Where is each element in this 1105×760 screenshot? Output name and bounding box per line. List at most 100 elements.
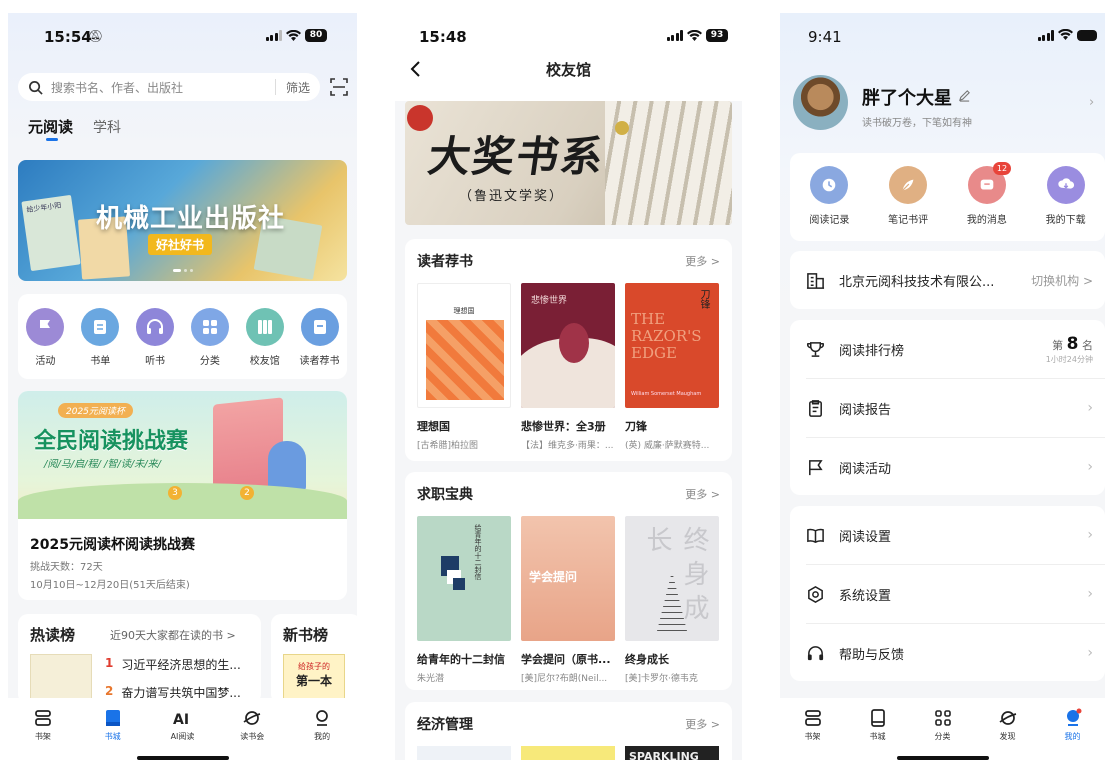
hot-rank: 1	[105, 656, 114, 670]
hot-list-more[interactable]: 近90天大家都在读的书 >	[110, 627, 236, 643]
map-marker: 2	[240, 486, 254, 500]
challenge-badge: 2025元阅读杯	[58, 403, 133, 418]
feature-icons-card: 活动 书单 听书 分类 校友馆 读者荐书	[18, 294, 347, 379]
carousel-dots	[173, 269, 193, 272]
switch-org-link[interactable]: 切换机构 >	[1031, 272, 1093, 289]
status-icons: 93	[666, 29, 728, 42]
book-title: 理想国	[417, 420, 450, 433]
organization-name: 北京元阅科技技术有限公...	[839, 274, 995, 290]
book-cover	[417, 746, 511, 760]
tab-bookstore[interactable]: 书城	[88, 708, 138, 760]
feature-headphones-button[interactable]: 听书	[131, 308, 179, 367]
feature-books-button[interactable]: 校友馆	[241, 308, 289, 367]
challenge-card[interactable]: 2025元阅读杯 全民阅读挑战赛 /阅/马/启/程/ /智/读/未/来/ 3 2…	[18, 391, 347, 600]
rank-suffix: 名	[1082, 338, 1093, 352]
avatar[interactable]	[793, 75, 848, 130]
menu-row-reading-settings[interactable]: 阅读设置 ›	[790, 506, 1105, 564]
book-item[interactable]: 学会提问 学会提问（原书... [美]尼尔?布朗(Neil...	[521, 516, 615, 684]
phone-alumni-hall: 15:48 93 校友馆 大奖书系 （鲁迅文学奖） 读者荐书 更多 > 理想国 理…	[395, 13, 742, 760]
gold-medal	[615, 121, 629, 135]
book-cover: 给青年的十二封信	[417, 516, 511, 641]
book-item[interactable]: 悲惨世界 悲惨世界：全3册 【法】维克多·雨果：...	[521, 283, 615, 451]
tab-ai-reading[interactable]: AI AI阅读	[157, 708, 207, 760]
feature-flag-button[interactable]: 活动	[21, 308, 69, 367]
building-icon	[806, 272, 825, 289]
search-input[interactable]: 搜索书名、作者、出版社	[51, 79, 183, 96]
phone-bookstore: 15:54 🔕︎ 80 搜索书名、作者、出版社 筛选 元阅读 学科 给少年小阳 …	[8, 13, 357, 760]
grid-icon	[190, 308, 229, 346]
menu-label: 系统设置	[839, 588, 892, 604]
flag-icon	[809, 459, 823, 475]
filter-button[interactable]: 筛选	[286, 79, 310, 96]
hot-list-card[interactable]: 热读榜 近90天大家都在读的书 > 1 习近平经济思想的生... 2 奋力谱写共筑中…	[18, 614, 261, 704]
profile-icon	[1066, 708, 1081, 726]
quick-clock-button[interactable]: 阅读记录	[797, 166, 861, 226]
hot-item[interactable]: 1 习近平经济思想的生...	[105, 656, 241, 673]
banner-carousel[interactable]: 给少年小阳 机械工业出版社 好社好书	[18, 160, 347, 281]
tab-book-club[interactable]: 读书会	[227, 708, 277, 760]
tab-bookshelf[interactable]: 书架	[788, 708, 838, 760]
feature-bookmark-button[interactable]: 读者荐书	[296, 308, 344, 367]
menu-row-ranking[interactable]: 阅读排行榜 第 8 名 1小时24分钟	[790, 320, 1105, 378]
feature-list-button[interactable]: 书单	[76, 308, 124, 367]
banner-book: 给少年小阳	[21, 194, 81, 272]
tab-mine[interactable]: 我的	[1048, 708, 1098, 760]
quick-download-button[interactable]: 我的下载	[1034, 166, 1098, 226]
map-marker: 3	[168, 486, 182, 500]
chevron-right-icon[interactable]: ›	[1089, 95, 1094, 110]
tab-bookshelf[interactable]: 书架	[18, 708, 68, 760]
book-item[interactable]: 终身成长 终身成长 [美]卡罗尔·德韦克	[625, 516, 719, 684]
tab-label: 我的	[1064, 732, 1081, 741]
book-cover: 学会提问	[521, 516, 615, 641]
bottom-tabbar: 书架 书城 分类 发现 我的	[780, 698, 1105, 760]
red-sun	[407, 105, 433, 131]
book-author: 【法】维克多·雨果：...	[521, 441, 614, 451]
search-icon	[29, 80, 43, 95]
scan-icon[interactable]	[330, 78, 348, 96]
more-link[interactable]: 更多 >	[685, 716, 720, 732]
menu-label: 阅读报告	[839, 402, 892, 418]
section-header: 求职宝典 更多 >	[405, 472, 732, 504]
challenge-slogan: /阅/马/启/程/ /智/读/未/来/	[44, 459, 161, 470]
feature-grid-button[interactable]: 分类	[186, 308, 234, 367]
quick-feather-button[interactable]: 笔记书评	[876, 166, 940, 226]
hot-book-cover	[30, 654, 92, 702]
edit-icon[interactable]	[958, 89, 971, 102]
status-icons: 80	[265, 29, 327, 42]
wifi-icon	[687, 29, 702, 41]
challenge-days: 挑战天数：72天	[30, 562, 103, 573]
tab-subject[interactable]: 学科	[93, 117, 121, 137]
book-cover: 悲惨世界	[521, 283, 615, 408]
search-bar[interactable]: 搜索书名、作者、出版社 筛选	[18, 73, 320, 101]
rank-prefix: 第	[1052, 338, 1064, 352]
menu-row-activity[interactable]: 阅读活动 ›	[790, 438, 1105, 496]
quick-message-button[interactable]: 12 我的消息	[955, 162, 1019, 226]
tab-label: 书架	[804, 732, 821, 741]
award-banner[interactable]: 大奖书系 （鲁迅文学奖）	[405, 101, 732, 225]
profile-icon	[316, 710, 328, 726]
menu-row-report[interactable]: 阅读报告 ›	[790, 379, 1105, 437]
tab-label: 书架	[34, 732, 51, 741]
book-item[interactable]: 理想国 理想国 [古希腊]柏拉图	[417, 283, 511, 451]
tab-category[interactable]: 分类	[918, 708, 968, 760]
tab-yuanyuedu[interactable]: 元阅读	[28, 116, 73, 137]
challenge-period: 10月10日~12月20日(51天后结束)	[30, 580, 190, 591]
menu-row-help[interactable]: 帮助与反馈 ›	[790, 624, 1105, 682]
menu-row-system-settings[interactable]: 系统设置 ›	[790, 565, 1105, 623]
cover-english-title: THE RAZOR'S EDGE	[631, 310, 702, 362]
tab-mine[interactable]: 我的	[297, 708, 347, 760]
more-link[interactable]: 更多 >	[685, 486, 720, 502]
tab-discover[interactable]: 发现	[983, 708, 1033, 760]
bookmark-icon	[300, 308, 339, 346]
book-item[interactable]: 给青年的十二封信 给青年的十二封信 朱光潜	[417, 516, 511, 684]
book-item[interactable]: 刀锋 THE RAZOR'S EDGE William Somerset Mau…	[625, 283, 719, 451]
headset-icon	[807, 645, 824, 660]
new-book-cover-sub: 给孩子的	[298, 662, 330, 671]
organization-card[interactable]: 北京元阅科技技术有限公... 切换机构 >	[790, 251, 1105, 309]
book-author: [美]尼尔?布朗(Neil...	[521, 674, 608, 684]
organization-row[interactable]: 北京元阅科技技术有限公... 切换机构 >	[790, 251, 1105, 309]
new-books-card[interactable]: 新书榜 给孩子的 第一本	[271, 614, 357, 704]
signal-icon	[1037, 29, 1054, 41]
tab-bookstore[interactable]: 书城	[853, 708, 903, 760]
more-link[interactable]: 更多 >	[685, 253, 720, 269]
